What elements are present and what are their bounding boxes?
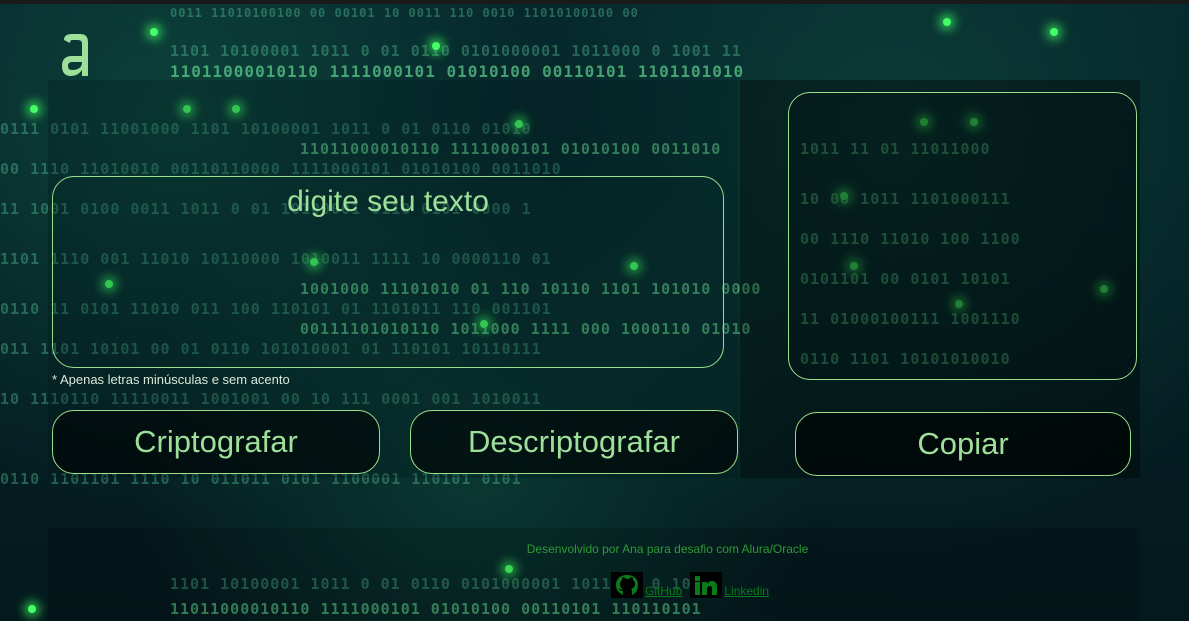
output-box <box>788 92 1137 380</box>
github-icon <box>611 572 643 598</box>
text-input[interactable] <box>53 177 723 367</box>
footer-links: GitHub Linkedin <box>611 572 769 598</box>
footer-credit: Desenvolvido por Ana para desafio com Al… <box>526 542 809 556</box>
copy-button[interactable]: Copiar <box>795 412 1131 476</box>
encrypt-button[interactable]: Criptografar <box>52 410 380 474</box>
decrypt-button[interactable]: Descriptografar <box>410 410 738 474</box>
github-link-label: GitHub <box>645 584 683 598</box>
footer: Desenvolvido por Ana para desafio com Al… <box>48 528 1140 621</box>
alura-a-logo-icon <box>62 34 88 76</box>
linkedin-link-label: Linkedin <box>724 584 770 598</box>
top-bar <box>0 0 1189 4</box>
linkedin-icon <box>690 572 723 598</box>
text-input-container <box>52 176 724 368</box>
linkedin-link[interactable]: Linkedin <box>690 572 769 598</box>
input-hint: * Apenas letras minúsculas e sem acento <box>52 372 290 387</box>
github-link[interactable]: GitHub <box>611 572 682 598</box>
